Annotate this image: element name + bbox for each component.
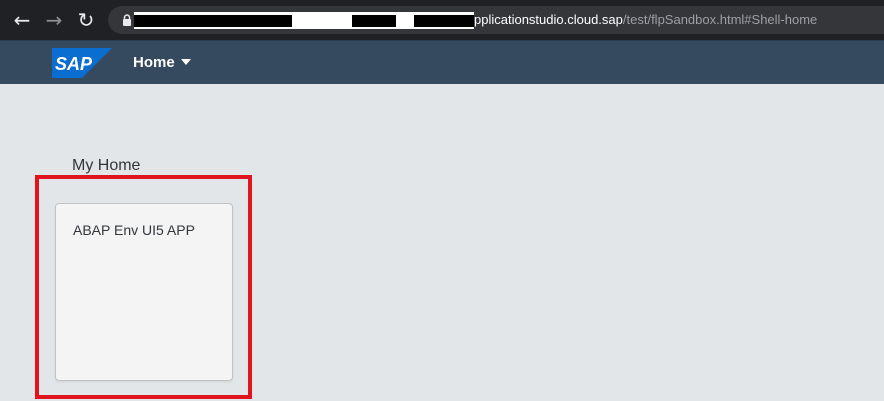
tile-title: ABAP Env UI5 APP: [73, 222, 195, 238]
reload-icon[interactable]: ↻: [74, 8, 98, 32]
url-host: pplicationstudio.cloud.sap: [474, 12, 623, 27]
lock-icon: [123, 14, 131, 26]
url-path: /test/flpSandbox.html#Shell-home: [622, 12, 818, 27]
home-menu-button[interactable]: Home: [133, 53, 191, 73]
home-menu-label: Home: [133, 54, 175, 71]
redaction-block: [134, 15, 292, 27]
svg-text:SAP: SAP: [55, 54, 93, 74]
address-bar[interactable]: pplicationstudio.cloud.sap/test/flpSandb…: [108, 6, 884, 34]
caret-down-icon: [180, 59, 191, 66]
redaction-block: [352, 15, 396, 27]
shell-header: SAP Home: [0, 40, 884, 84]
arrow-right-icon[interactable]: →: [42, 8, 66, 32]
browser-toolbar: ← → ↻ pplicationstudio.cloud.sap/test/fl…: [0, 0, 884, 40]
section-title: My Home: [72, 157, 141, 174]
url-redaction: [134, 12, 474, 29]
arrow-left-icon[interactable]: ←: [10, 8, 34, 32]
sap-logo[interactable]: SAP: [52, 48, 112, 78]
app-tile[interactable]: ABAP Env UI5 APP: [55, 203, 233, 381]
redaction-block: [414, 15, 474, 27]
url-text: pplicationstudio.cloud.sap/test/flpSandb…: [474, 12, 817, 28]
